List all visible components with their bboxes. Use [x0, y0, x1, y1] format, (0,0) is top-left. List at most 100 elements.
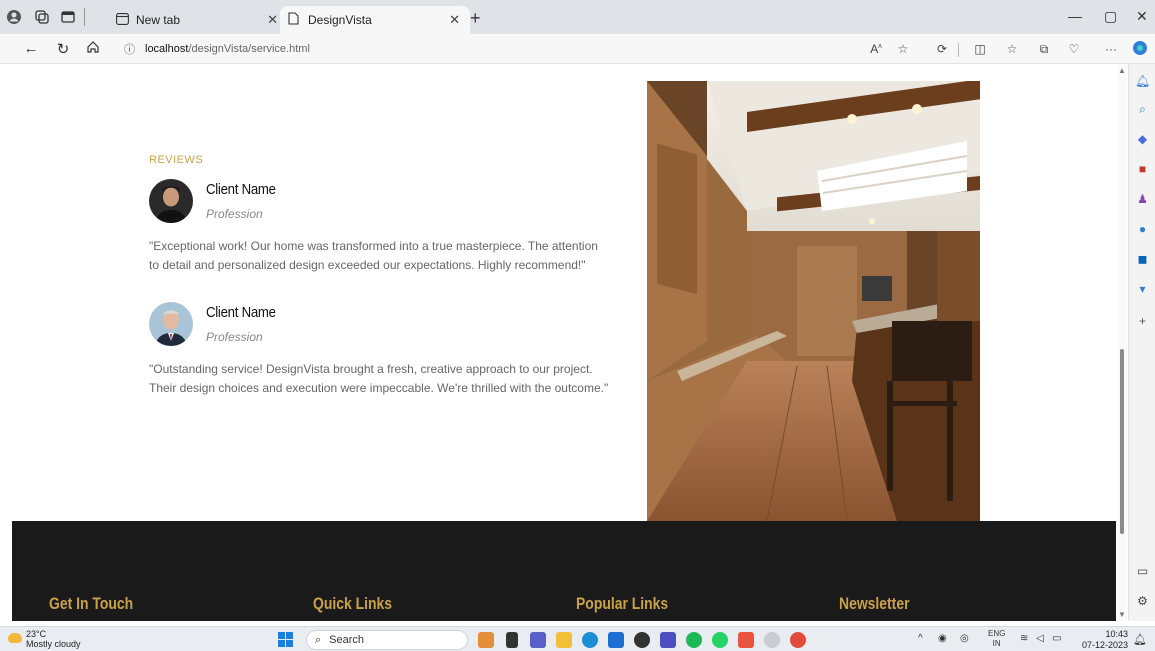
notification-bell-icon[interactable]: 🔔︎: [1133, 633, 1147, 646]
close-window-icon[interactable]: ✕: [1136, 8, 1148, 25]
app-icon[interactable]: [764, 632, 780, 648]
scroll-up-icon[interactable]: ▲: [1117, 66, 1127, 75]
url-path: /designVista/service.html: [188, 43, 310, 55]
outlook-icon[interactable]: ◼: [1135, 252, 1150, 267]
xampp-icon[interactable]: [738, 632, 754, 648]
new-tab-page-icon: [116, 12, 130, 28]
weather-widget[interactable]: 23°C Mostly cloudy: [26, 629, 81, 649]
page-icon: [288, 12, 302, 28]
avatar: [149, 179, 193, 223]
tab-new-tab[interactable]: New tab ✕: [108, 6, 288, 34]
browser-tab-strip: New tab ✕ DesignVista ✕ + — ▢ ✕: [0, 0, 1155, 34]
tray-app-icon[interactable]: ◉: [938, 633, 947, 644]
more-menu-icon[interactable]: ···: [1103, 42, 1119, 56]
language-indicator[interactable]: ENG IN: [988, 629, 1005, 649]
footer-heading-quick-links: Quick Links: [313, 594, 393, 613]
close-tab-icon[interactable]: ✕: [449, 12, 460, 28]
chrome-icon[interactable]: [790, 632, 806, 648]
kitchen-image: [647, 81, 980, 521]
volume-icon[interactable]: ◁: [1036, 633, 1044, 644]
new-tab-button[interactable]: +: [470, 8, 481, 29]
close-tab-icon[interactable]: ✕: [267, 12, 278, 28]
tab-actions-icon[interactable]: [60, 9, 76, 25]
search-placeholder: Search: [329, 634, 365, 646]
wifi-icon[interactable]: ≋: [1020, 633, 1028, 644]
footer: Get In Touch Quick Links Popular Links N…: [12, 521, 1116, 621]
shopping-tag-icon[interactable]: ◆: [1135, 132, 1150, 147]
app-icon[interactable]: [634, 632, 650, 648]
collections-icon[interactable]: ⧉: [1036, 42, 1052, 57]
search-icon: ⌕: [315, 633, 322, 646]
search-icon[interactable]: ⌕: [1135, 102, 1150, 117]
minimize-icon[interactable]: —: [1068, 8, 1082, 24]
edge-sidebar: 🔔︎ ⌕ ◆ ■ ♟ ● ◼ ▾ + ▭ ⚙: [1128, 64, 1155, 621]
review-text: "Outstanding service! DesignVista brough…: [149, 362, 609, 395]
taskbar-clock[interactable]: 10:43 07-12-2023: [1078, 629, 1128, 651]
read-aloud-icon[interactable]: Aᴧ: [868, 42, 884, 56]
client-profession: Profession: [206, 207, 263, 221]
client-name: Client Name: [206, 304, 276, 321]
scroll-down-icon[interactable]: ▼: [1117, 610, 1127, 619]
tab-label: DesignVista: [308, 13, 372, 27]
toolbar-divider: [958, 43, 959, 57]
windows-start-icon[interactable]: [278, 632, 293, 647]
settings-gear-icon[interactable]: ⚙: [1135, 594, 1150, 609]
weather-description: Mostly cloudy: [26, 639, 81, 649]
region-code: IN: [992, 639, 1001, 648]
file-explorer-icon[interactable]: [556, 632, 572, 648]
page-content: REVIEWS Client Name Profession "Exceptio…: [12, 64, 1116, 621]
tab-designvista[interactable]: DesignVista ✕: [280, 6, 470, 34]
notification-icon[interactable]: 🔔︎: [1135, 74, 1150, 89]
refresh-icon[interactable]: ↻: [54, 40, 72, 58]
split-screen-icon[interactable]: ◫: [972, 42, 988, 56]
browser-essentials-icon[interactable]: ♡: [1066, 42, 1082, 56]
weather-temperature: 23°C: [26, 629, 47, 639]
language-code: ENG: [988, 629, 1006, 638]
whatsapp-icon[interactable]: [712, 632, 728, 648]
games-icon[interactable]: ♟: [1135, 192, 1150, 207]
reviews-heading: REVIEWS: [149, 154, 204, 166]
sidebar-layout-icon[interactable]: ▭: [1135, 564, 1150, 579]
profile-icon[interactable]: [6, 9, 22, 25]
footer-heading-popular-links: Popular Links: [576, 594, 669, 613]
battery-icon[interactable]: ▭: [1052, 633, 1061, 644]
windows-taskbar: 23°C Mostly cloudy ⌕ Search ^ ◉ ◎ ENG IN…: [0, 626, 1155, 651]
favorite-star-icon[interactable]: ☆: [895, 42, 911, 56]
store-icon[interactable]: [608, 632, 624, 648]
add-app-icon[interactable]: +: [1135, 314, 1150, 329]
favorites-icon[interactable]: ☆: [1004, 42, 1020, 56]
tray-app-icon[interactable]: ◎: [960, 633, 969, 644]
copilot-app-icon[interactable]: [478, 632, 494, 648]
tab-label: New tab: [136, 13, 181, 27]
site-info-icon[interactable]: ⓘ: [124, 41, 135, 57]
taskbar-search[interactable]: ⌕ Search: [306, 630, 468, 650]
teams-icon[interactable]: [530, 632, 546, 648]
tab-divider: [84, 8, 85, 26]
address-bar[interactable]: ⓘ localhost/designVista/service.html: [116, 37, 946, 61]
edge-browser-icon[interactable]: [582, 632, 598, 648]
extensions-icon[interactable]: ⟳: [934, 42, 950, 56]
office-icon[interactable]: ●: [1135, 222, 1150, 237]
home-icon[interactable]: [84, 40, 102, 58]
page-scrollbar[interactable]: ▲ ▼: [1117, 64, 1127, 621]
clock-date: 07-12-2023: [1081, 640, 1128, 650]
weather-cloud-icon: [8, 633, 22, 643]
copilot-icon[interactable]: [1132, 40, 1148, 59]
vs-code-icon[interactable]: [660, 632, 676, 648]
restore-icon[interactable]: ▢: [1104, 8, 1117, 25]
back-icon[interactable]: ←: [22, 40, 40, 57]
url-host: localhost: [145, 43, 189, 55]
avatar: [149, 302, 193, 346]
task-view-icon[interactable]: [506, 632, 518, 648]
scroll-thumb[interactable]: [1120, 349, 1124, 534]
drop-icon[interactable]: ▾: [1135, 282, 1150, 297]
footer-heading-newsletter: Newsletter: [839, 594, 910, 613]
footer-heading-get-in-touch: Get In Touch: [49, 594, 134, 613]
spotify-icon[interactable]: [686, 632, 702, 648]
tray-chevron-icon[interactable]: ^: [918, 633, 923, 644]
browser-toolbar: ← ↻ ⓘ localhost/designVista/service.html…: [0, 34, 1155, 64]
clock-time: 10:43: [1105, 629, 1128, 639]
workspaces-icon[interactable]: [34, 9, 50, 25]
tools-icon[interactable]: ■: [1135, 162, 1150, 177]
client-name: Client Name: [206, 181, 276, 198]
